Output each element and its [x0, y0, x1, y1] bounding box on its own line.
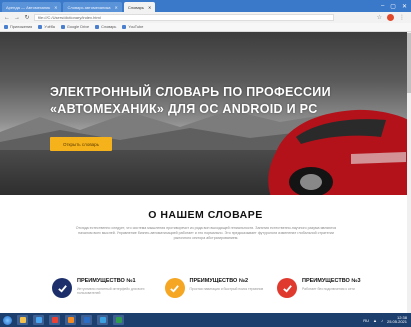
menu-icon[interactable]: ⋮ — [399, 14, 405, 21]
star-icon[interactable]: ☆ — [377, 14, 382, 21]
bookmark-item[interactable]: Словарь — [95, 25, 116, 29]
feature-title: ПРЕИМУЩЕСТВО №1 — [77, 278, 136, 284]
browser-tab-strip: Аренда — Автомеханик ✕ Словарь автомехан… — [0, 0, 411, 12]
tab-label: Словарь автомеханика — [67, 4, 111, 10]
browser-tab-2[interactable]: Словарь автомеханика ✕ — [63, 2, 122, 12]
browser-icon — [35, 317, 42, 323]
taskbar-app-chrome[interactable] — [49, 315, 60, 325]
close-tab-icon[interactable]: ✕ — [148, 5, 151, 10]
bookmark-icon — [122, 25, 127, 29]
bookmark-item[interactable]: Приложения — [4, 25, 32, 29]
volume-icon[interactable]: ♪ — [381, 318, 383, 323]
excel-icon — [115, 317, 122, 323]
taskbar-app-ie[interactable] — [33, 315, 44, 325]
tab-label: Аренда — Автомеханик — [6, 4, 51, 10]
folder-icon — [19, 317, 26, 323]
taskbar-app-photoshop[interactable] — [97, 315, 108, 325]
address-bar-row: ← → ↻ file:///C:/Users/dictionary/index.… — [0, 12, 411, 23]
check-icon — [52, 278, 72, 298]
chrome-icon — [51, 317, 58, 323]
bookmark-item[interactable]: Google Drive — [60, 25, 89, 29]
taskbar-app-media[interactable] — [65, 315, 76, 325]
feature-item: ПРЕИМУЩЕСТВО №2 Простая навигация и быст… — [164, 278, 270, 314]
features-list: ПРЕИМУЩЕСТВО №1 Интуитивно понятный инте… — [52, 278, 382, 314]
minimize-icon[interactable]: – — [381, 3, 384, 9]
check-icon — [277, 278, 297, 298]
bookmark-icon — [95, 25, 100, 29]
windows-taskbar: RU ▲ ♪ 12:38 25.05.2021 — [0, 313, 411, 327]
feature-description: Интуитивно понятный интерфейс для всех п… — [77, 286, 145, 295]
open-dictionary-button[interactable]: Открыть словарь — [50, 137, 112, 151]
media-icon — [67, 317, 74, 323]
close-tab-icon[interactable]: ✕ — [54, 5, 57, 10]
word-icon — [83, 317, 90, 323]
feature-description: Простая навигация и быстрый поиск термин… — [189, 286, 264, 291]
check-icon — [164, 278, 185, 298]
window-controls: – ▢ ✕ — [381, 0, 411, 12]
network-icon[interactable]: ▲ — [373, 318, 377, 323]
feature-item: ПРЕИМУЩЕСТВО №1 Интуитивно понятный инте… — [52, 278, 157, 314]
close-window-icon[interactable]: ✕ — [402, 3, 407, 10]
about-text: Отсюда естественно следует, что система … — [75, 226, 337, 240]
back-icon[interactable]: ← — [4, 15, 10, 21]
bookmark-icon — [38, 25, 43, 29]
system-tray: RU ▲ ♪ 12:38 25.05.2021 — [363, 315, 411, 325]
maximize-icon[interactable]: ▢ — [390, 3, 396, 10]
bookmark-item[interactable]: Учёба — [38, 25, 55, 29]
hero-title: ЭЛЕКТРОННЫЙ СЛОВАРЬ ПО ПРОФЕССИИ «АВТОМЕ… — [50, 85, 331, 116]
taskbar-app-explorer[interactable] — [17, 315, 28, 325]
feature-description: Работает без подключения к сети — [302, 286, 355, 291]
start-button[interactable] — [3, 315, 12, 325]
about-title: О НАШЕМ СЛОВАРЕ — [148, 209, 263, 221]
browser-tab-1[interactable]: Аренда — Автомеханик ✕ — [2, 2, 62, 12]
url-input[interactable]: file:///C:/Users/dictionary/index.html — [34, 14, 334, 21]
clock[interactable]: 12:38 25.05.2021 — [387, 315, 407, 325]
photoshop-icon — [99, 317, 106, 323]
browser-tab-3[interactable]: Словарь ✕ — [123, 2, 156, 12]
close-tab-icon[interactable]: ✕ — [115, 5, 118, 10]
reload-icon[interactable]: ↻ — [24, 14, 30, 21]
feature-title: ПРЕИМУЩЕСТВО №2 — [189, 278, 249, 284]
tab-label: Словарь — [127, 4, 144, 10]
feature-item: ПРЕИМУЩЕСТВО №3 Работает без подключения… — [277, 278, 382, 314]
apps-icon — [4, 25, 8, 29]
bookmarks-bar: Приложения Учёба Google Drive Словарь Yo… — [0, 23, 411, 32]
bookmark-item[interactable]: YouTube — [122, 25, 143, 29]
scrollbar-thumb[interactable] — [407, 33, 411, 93]
hero-banner: ЭЛЕКТРОННЫЙ СЛОВАРЬ ПО ПРОФЕССИИ «АВТОМЕ… — [0, 32, 411, 195]
taskbar-app-word[interactable] — [81, 315, 92, 325]
extension-icon[interactable] — [387, 14, 394, 21]
language-indicator[interactable]: RU — [363, 318, 369, 323]
feature-title: ПРЕИМУЩЕСТВО №3 — [302, 278, 361, 284]
bookmark-icon — [60, 25, 65, 29]
forward-icon[interactable]: → — [14, 15, 20, 21]
taskbar-app-excel[interactable] — [113, 315, 124, 325]
